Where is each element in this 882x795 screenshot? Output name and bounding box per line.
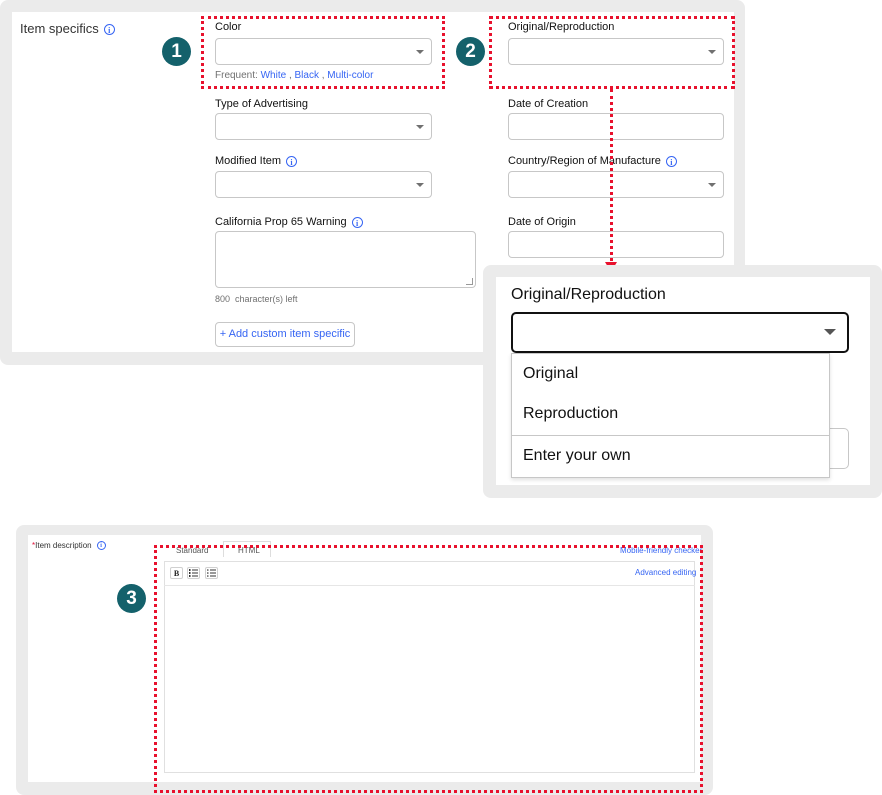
original-reproduction-highlight-box bbox=[489, 16, 735, 89]
chevron-down-icon bbox=[416, 183, 424, 187]
option-original[interactable]: Original bbox=[512, 365, 829, 383]
info-icon[interactable]: i bbox=[351, 216, 363, 228]
item-description-heading: *Item description i bbox=[32, 541, 106, 551]
callout-badge-3: 3 bbox=[117, 584, 146, 613]
california-textarea[interactable] bbox=[215, 231, 476, 288]
description-highlight-box bbox=[154, 545, 703, 793]
type-of-advertising-select[interactable] bbox=[215, 113, 432, 140]
info-icon[interactable]: i bbox=[665, 155, 677, 167]
country-select[interactable] bbox=[508, 171, 724, 198]
resize-handle-icon[interactable] bbox=[466, 278, 473, 285]
modified-item-select[interactable] bbox=[215, 171, 432, 198]
type-of-advertising-label: Type of Advertising bbox=[215, 98, 308, 110]
item-specifics-heading: Item specifics i bbox=[20, 21, 115, 36]
color-highlight-box bbox=[201, 16, 445, 89]
chevron-down-icon bbox=[416, 125, 424, 129]
callout-badge-1: 1 bbox=[162, 37, 191, 66]
date-of-creation-input[interactable] bbox=[508, 113, 724, 140]
info-icon[interactable]: i bbox=[103, 24, 115, 36]
info-icon[interactable]: i bbox=[286, 155, 298, 167]
option-enter-your-own[interactable]: Enter your own bbox=[512, 447, 829, 465]
character-count: 800 character(s) left bbox=[215, 294, 298, 304]
california-heading: California Prop 65 Warning i bbox=[215, 216, 363, 228]
dropdown-zoom-select[interactable] bbox=[511, 312, 849, 353]
option-reproduction[interactable]: Reproduction bbox=[512, 405, 829, 423]
modified-item-label: Modified Item bbox=[215, 155, 282, 167]
item-specifics-label: Item specifics bbox=[20, 21, 99, 36]
info-icon[interactable]: i bbox=[96, 541, 106, 551]
date-of-origin-input[interactable] bbox=[508, 231, 724, 258]
connector-line bbox=[610, 89, 613, 261]
modified-item-heading: Modified Item i bbox=[215, 155, 298, 167]
date-of-origin-label: Date of Origin bbox=[508, 216, 576, 228]
dropdown-zoom-label: Original/Reproduction bbox=[511, 286, 666, 303]
country-label: Country/Region of Manufacture bbox=[508, 155, 661, 167]
callout-badge-2: 2 bbox=[456, 37, 485, 66]
california-label: California Prop 65 Warning bbox=[215, 216, 347, 228]
chevron-down-icon bbox=[824, 329, 836, 335]
country-heading: Country/Region of Manufacture i bbox=[508, 155, 677, 167]
option-divider bbox=[512, 435, 829, 436]
item-description-label: Item description bbox=[35, 541, 92, 550]
date-of-creation-label: Date of Creation bbox=[508, 98, 589, 110]
dropdown-options-list: Original Reproduction Enter your own bbox=[511, 353, 830, 478]
add-custom-item-specific-button[interactable]: + Add custom item specific bbox=[215, 322, 355, 347]
chevron-down-icon bbox=[708, 183, 716, 187]
